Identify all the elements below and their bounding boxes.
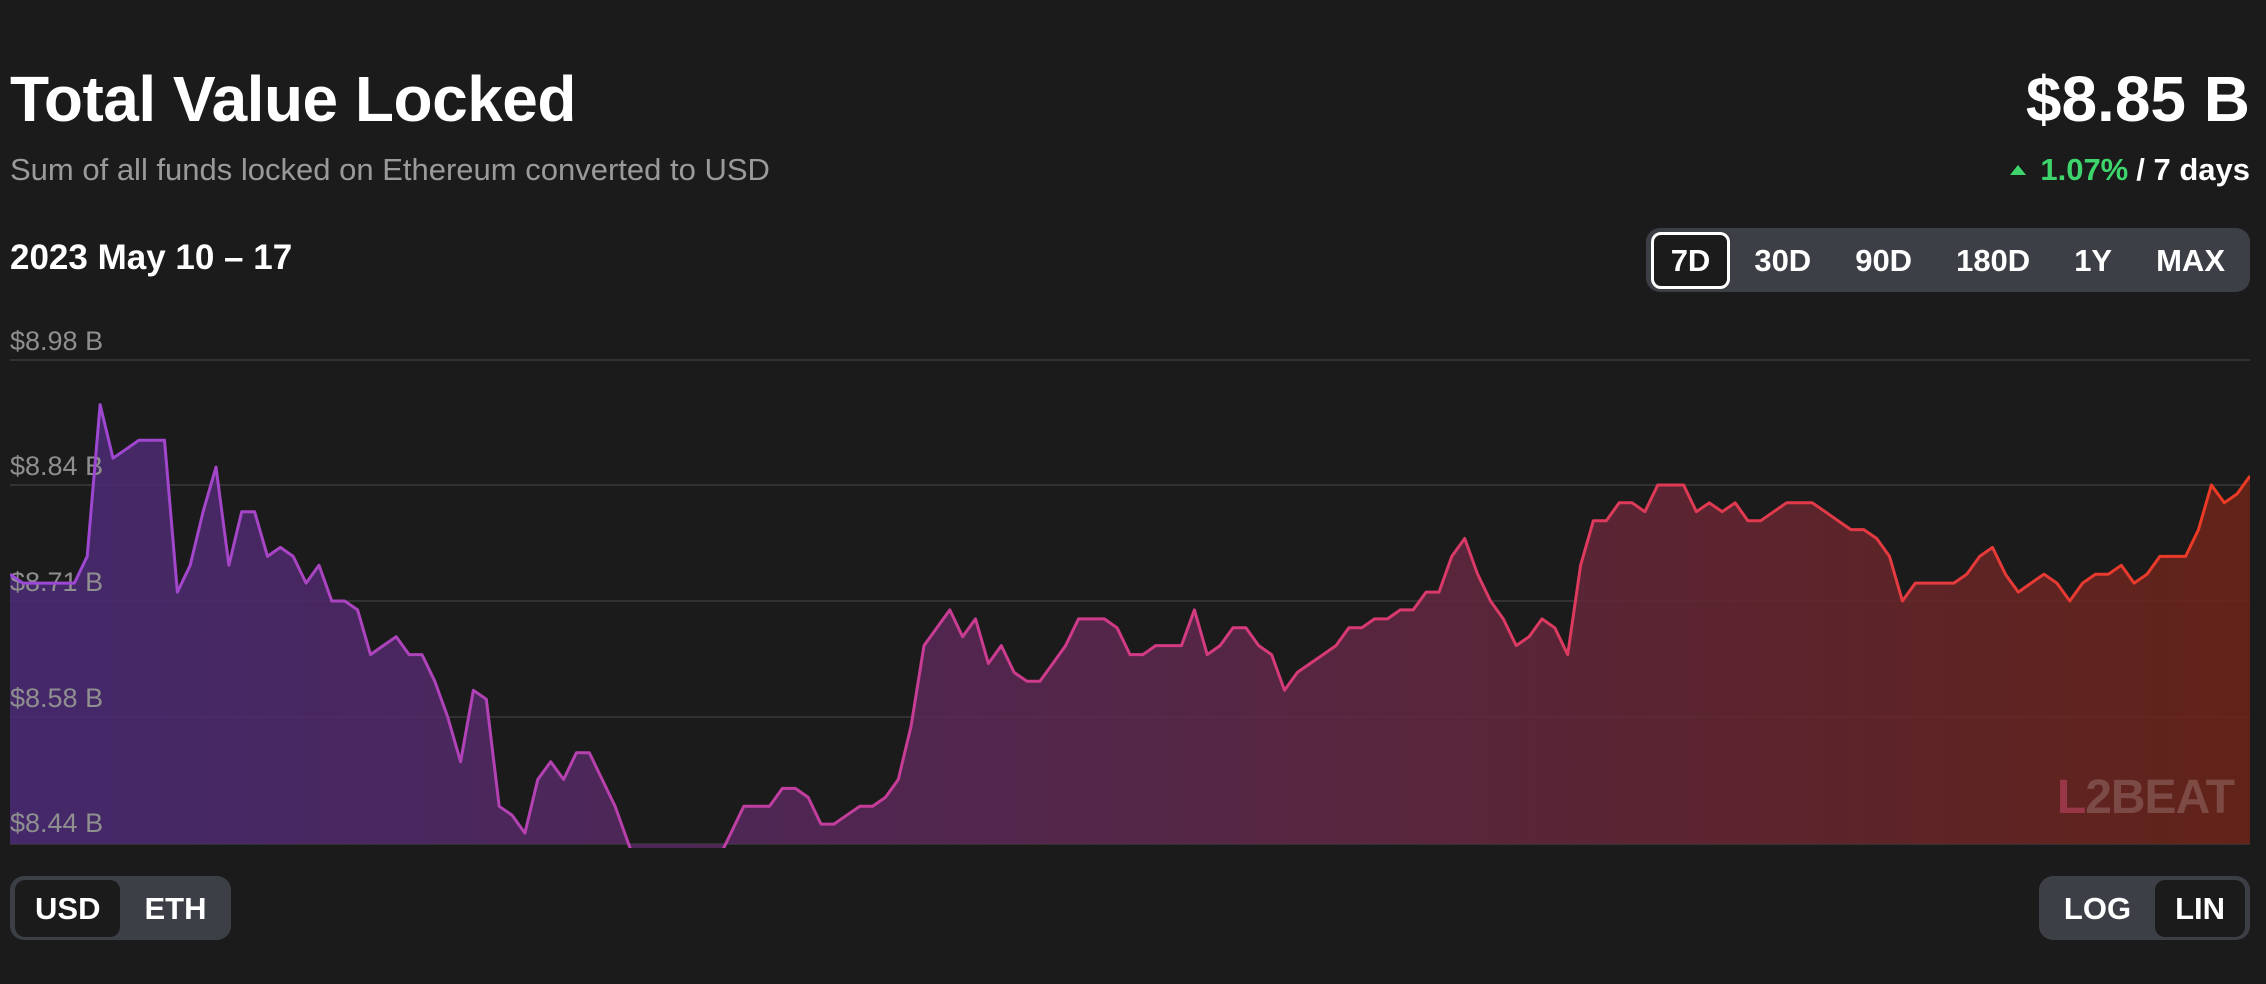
- logo-l: L: [2056, 771, 2086, 824]
- page-title: Total Value Locked: [10, 63, 576, 135]
- currency-eth[interactable]: ETH: [124, 880, 226, 937]
- time-range-180d[interactable]: 180D: [1936, 232, 2050, 289]
- scale-lin[interactable]: LIN: [2155, 879, 2245, 937]
- change-percent: 1.07%: [2040, 152, 2129, 187]
- change-period: / 7 days: [2136, 152, 2250, 187]
- y-tick-label: $8.84 B: [10, 451, 103, 481]
- time-range-1y[interactable]: 1Y: [2054, 232, 2132, 289]
- arrow-up-icon: [2010, 165, 2027, 175]
- page-subtitle: Sum of all funds locked on Ethereum conv…: [10, 152, 770, 187]
- currency-usd[interactable]: USD: [15, 879, 121, 937]
- l2beat-logo: L2BEAT: [2056, 770, 2235, 825]
- y-tick-label: $8.98 B: [10, 326, 103, 356]
- logo-beat: BEAT: [2110, 771, 2235, 824]
- logo-two: 2: [2085, 771, 2112, 824]
- time-range-selector: 7D 30D 90D 180D 1Y MAX: [1645, 228, 2250, 292]
- y-tick-label: $8.44 B: [10, 808, 103, 838]
- change-up: 1.07%: [2010, 152, 2128, 188]
- tvl-chart: $8.98 B$8.84 B$8.71 B$8.58 B$8.44 B: [10, 326, 2250, 848]
- scale-selector: LOG LIN: [2038, 876, 2250, 940]
- time-range-90d[interactable]: 90D: [1835, 232, 1932, 289]
- scale-log[interactable]: LOG: [2044, 880, 2151, 937]
- date-range: 2023 May 10 – 17: [10, 238, 293, 277]
- time-range-30d[interactable]: 30D: [1734, 232, 1831, 289]
- time-range-max[interactable]: MAX: [2136, 232, 2245, 289]
- time-range-7d[interactable]: 7D: [1650, 231, 1731, 289]
- currency-selector: USD ETH: [10, 876, 232, 940]
- tvl-value: $8.85 B: [2025, 63, 2250, 135]
- y-tick-label: $8.58 B: [10, 683, 103, 713]
- tvl-change: 1.07% / 7 days: [2010, 152, 2250, 188]
- chart-area-fill: [10, 404, 2250, 848]
